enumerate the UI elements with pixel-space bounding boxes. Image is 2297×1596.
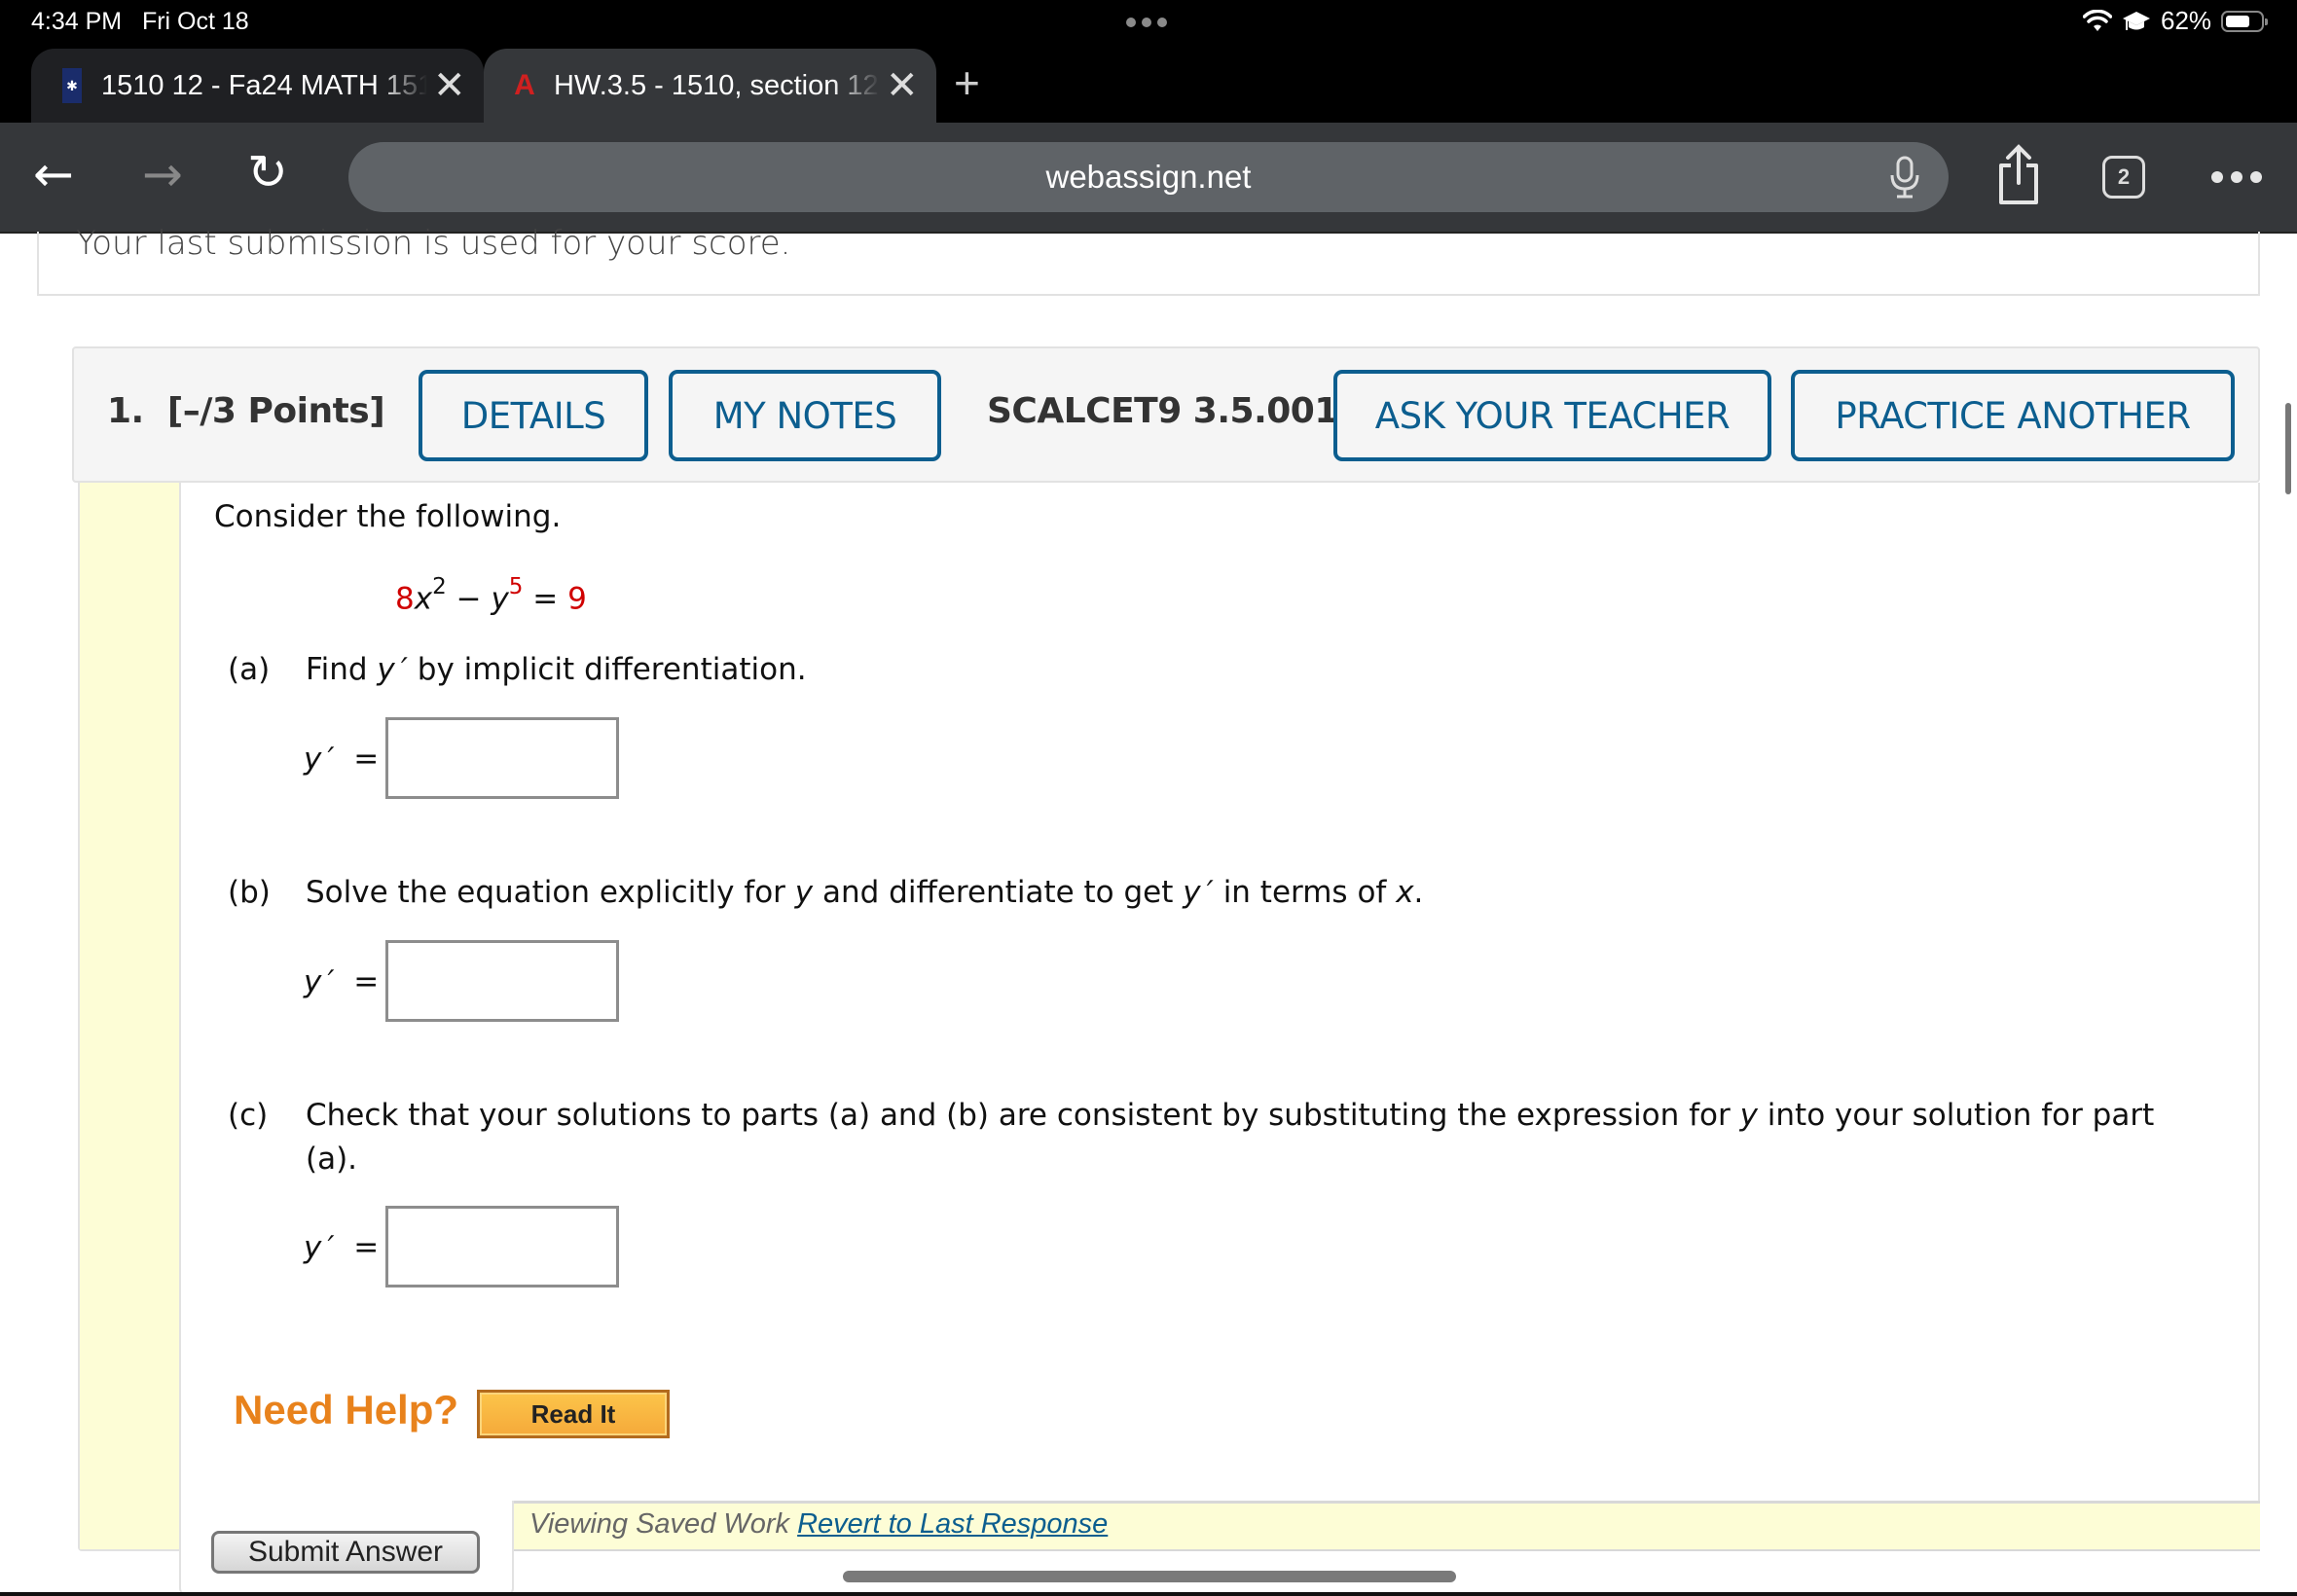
part-b-answer-label: y ′ = [304,964,380,999]
tab-homework[interactable]: A HW.3.5 - 1510, section 12 ✕ [484,49,936,123]
home-indicator[interactable] [843,1571,1456,1582]
question-side-strip [80,483,181,1549]
equation: 8x2 − y5 = 9 [395,574,587,617]
details-button[interactable]: DETAILS [419,370,648,461]
part-a-label: (a) [228,652,271,687]
part-c-prompt: Check that your solutions to parts (a) a… [306,1098,2155,1133]
part-c-answer-input[interactable] [385,1206,619,1288]
wifi-icon [2083,9,2112,31]
part-c-prompt-line2: (a). [306,1142,358,1177]
status-time: 4:34 PM Fri Oct 18 [31,8,249,36]
status-icons: 62% [2083,6,2269,36]
tab-count-button[interactable]: 2 [2102,156,2145,199]
battery-icon [2221,10,2269,32]
question-intro: Consider the following. [214,499,562,534]
part-c-label: (c) [228,1098,269,1133]
part-b-prompt: Solve the equation explicitly for y and … [306,875,1424,910]
forward-arrow-icon[interactable]: → [142,146,183,202]
tab-course[interactable]: ✱ 1510 12 - Fa24 MATH 1510 ✕ [31,49,484,123]
submission-notice: Your last submission is used for your sc… [76,224,791,263]
close-tab-icon[interactable]: ✕ [886,63,919,108]
new-tab-button[interactable]: + [954,56,980,109]
url-text: webassign.net [1045,159,1252,195]
reload-icon[interactable]: ↻ [247,144,288,200]
part-a-prompt: Find y ′ by implicit differentiation. [306,652,807,687]
question-number: 1. [–/3 Points] [107,391,385,431]
ask-your-teacher-button[interactable]: ASK YOUR TEACHER [1333,370,1771,461]
need-help-label: Need Help? [234,1387,459,1433]
part-c-answer-label: y ′ = [304,1230,380,1265]
course-favicon-icon: ✱ [62,68,82,103]
bottom-edge [0,1592,2297,1596]
more-menu-icon[interactable] [2211,171,2262,183]
tab-title: HW.3.5 - 1510, section 12 [554,69,879,101]
graduation-cap-icon [2123,11,2150,30]
question-code: SCALCET9 3.5.001. [987,391,1352,431]
vertical-scrollbar[interactable] [2285,403,2291,494]
battery-percent: 62% [2161,6,2212,35]
close-tab-icon[interactable]: ✕ [433,63,466,108]
webassign-favicon-icon: A [514,69,535,101]
read-it-button[interactable]: Read It [477,1390,670,1438]
date-text: Fri Oct 18 [141,8,249,35]
saved-work-text: Viewing Saved Work Revert to Last Respon… [529,1508,1109,1540]
multitasking-dots-icon[interactable] [1126,18,1167,27]
part-a-answer-label: y ′ = [304,742,380,777]
part-a-answer-input[interactable] [385,717,619,799]
part-b-label: (b) [228,875,271,910]
back-arrow-icon[interactable]: ← [33,146,74,202]
share-icon[interactable] [1995,144,2042,206]
tab-title: 1510 12 - Fa24 MATH 1510 [101,69,427,101]
time-text: 4:34 PM [31,8,123,35]
part-b-answer-input[interactable] [385,940,619,1022]
practice-another-button[interactable]: PRACTICE ANOTHER [1791,370,2235,461]
address-bar[interactable]: webassign.net [348,142,1949,212]
question-points: [–/3 Points] [166,391,385,431]
my-notes-button[interactable]: MY NOTES [669,370,941,461]
revert-to-last-response-link[interactable]: Revert to Last Response [797,1508,1108,1540]
submit-answer-button[interactable]: Submit Answer [211,1531,480,1574]
microphone-icon[interactable] [1888,156,1921,199]
